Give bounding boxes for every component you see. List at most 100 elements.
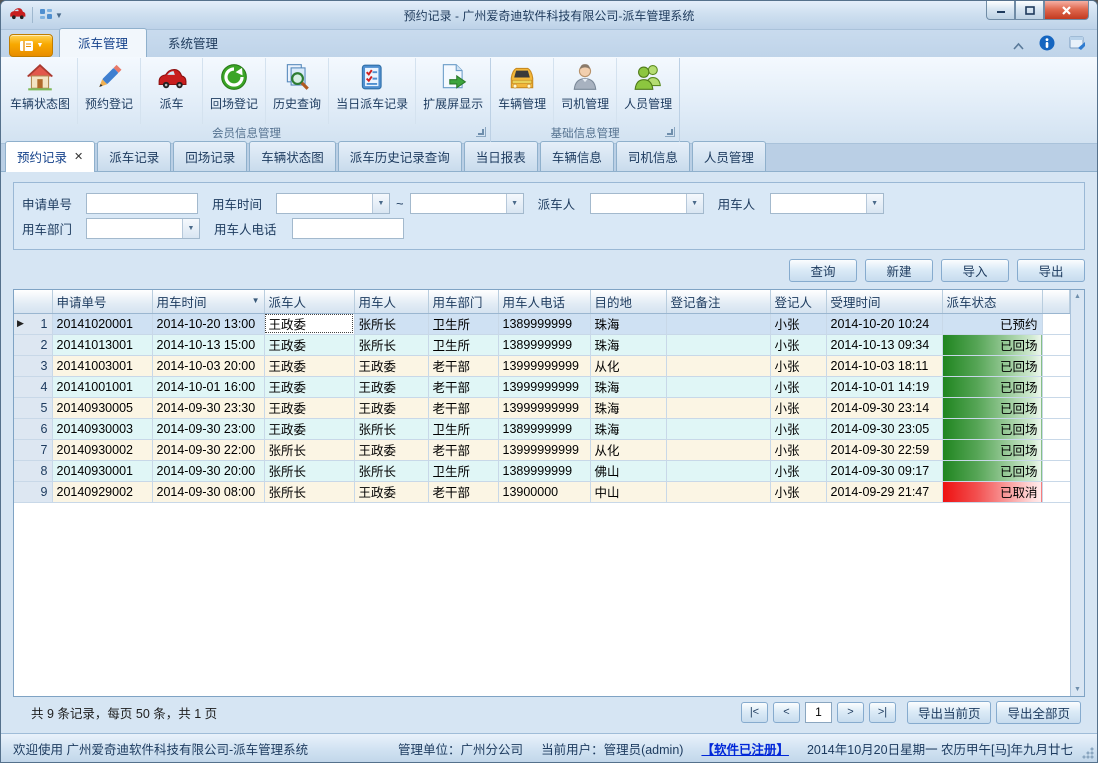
cell-destination[interactable]: 中山 xyxy=(590,481,666,502)
cell-accept-time[interactable]: 2014-09-29 21:47 xyxy=(826,481,942,502)
cell-order-no[interactable]: 20141003001 xyxy=(52,355,152,376)
cell-user[interactable]: 王政委 xyxy=(354,481,428,502)
cell-destination[interactable]: 珠海 xyxy=(590,334,666,355)
cell-destination[interactable]: 珠海 xyxy=(590,376,666,397)
cell-remark[interactable] xyxy=(666,460,770,481)
license-registered-link[interactable]: 【软件已注册】 xyxy=(701,739,789,758)
cell-phone[interactable]: 1389999999 xyxy=(498,334,590,355)
cell-dispatcher[interactable]: 张所长 xyxy=(264,481,354,502)
cell-order-no[interactable]: 20140930005 xyxy=(52,397,152,418)
cell-remark[interactable] xyxy=(666,313,770,334)
cell-dispatch-status[interactable]: 已回场 xyxy=(942,418,1042,439)
table-row[interactable]: ▶7 20140930002 2014-09-30 22:00 张所长 王政委 … xyxy=(14,439,1070,460)
cell-use-time[interactable]: 2014-09-30 23:30 xyxy=(152,397,264,418)
application-menu-button[interactable]: ▼ xyxy=(9,34,53,57)
cell-phone[interactable]: 1389999999 xyxy=(498,460,590,481)
cell-order-no[interactable]: 20140930003 xyxy=(52,418,152,439)
cell-accept-time[interactable]: 2014-09-30 09:17 xyxy=(826,460,942,481)
cell-remark[interactable] xyxy=(666,481,770,502)
grid-vertical-scrollbar[interactable]: ▲ ▼ xyxy=(1070,290,1084,696)
cell-user[interactable]: 张所长 xyxy=(354,460,428,481)
cell-accept-time[interactable]: 2014-10-03 18:11 xyxy=(826,355,942,376)
ribbon-button-history-query[interactable]: 历史查询 xyxy=(266,58,329,124)
ribbon-tab[interactable]: 系统管理 xyxy=(149,28,237,57)
cell-remark[interactable] xyxy=(666,439,770,460)
cell-remark[interactable] xyxy=(666,376,770,397)
cell-phone[interactable]: 13999999999 xyxy=(498,439,590,460)
scroll-up-icon[interactable]: ▲ xyxy=(1074,290,1081,303)
grid-column-header[interactable]: 用车人电话▼ xyxy=(498,290,590,313)
cell-use-time[interactable]: 2014-10-13 15:00 xyxy=(152,334,264,355)
skin-window-icon[interactable] xyxy=(1069,35,1087,56)
cell-user[interactable]: 王政委 xyxy=(354,439,428,460)
cell-user[interactable]: 张所长 xyxy=(354,313,428,334)
table-row[interactable]: ▶8 20140930001 2014-09-30 20:00 张所长 张所长 … xyxy=(14,460,1070,481)
cell-dispatch-status[interactable]: 已回场 xyxy=(942,355,1042,376)
table-row[interactable]: ▶1 20141020001 2014-10-20 13:00 王政委 张所长 … xyxy=(14,313,1070,334)
cell-phone[interactable]: 13900000 xyxy=(498,481,590,502)
cell-order-no[interactable]: 20141020001 xyxy=(52,313,152,334)
cell-dispatch-status[interactable]: 已取消 xyxy=(942,481,1042,502)
order-no-input[interactable] xyxy=(86,193,198,214)
action-button[interactable]: 新建 xyxy=(865,259,933,282)
app-logo-car-icon[interactable] xyxy=(9,6,26,25)
cell-registrar[interactable]: 小张 xyxy=(770,418,826,439)
table-row[interactable]: ▶3 20141003001 2014-10-03 20:00 王政委 王政委 … xyxy=(14,355,1070,376)
cell-phone[interactable]: 13999999999 xyxy=(498,397,590,418)
row-header-cell[interactable]: ▶5 xyxy=(14,397,52,418)
dropdown-arrow-icon[interactable]: ▼ xyxy=(372,194,389,213)
sort-indicator-icon[interactable]: ▼ xyxy=(252,296,260,305)
cell-use-time[interactable]: 2014-10-01 16:00 xyxy=(152,376,264,397)
cell-registrar[interactable]: 小张 xyxy=(770,334,826,355)
row-header-cell[interactable]: ▶6 xyxy=(14,418,52,439)
cell-order-no[interactable]: 20140930001 xyxy=(52,460,152,481)
cell-registrar[interactable]: 小张 xyxy=(770,460,826,481)
grid-column-header[interactable]: 目的地▼ xyxy=(590,290,666,313)
table-row[interactable]: ▶4 20141001001 2014-10-01 16:00 王政委 王政委 … xyxy=(14,376,1070,397)
row-header-cell[interactable]: ▶8 xyxy=(14,460,52,481)
table-row[interactable]: ▶9 20140929002 2014-09-30 08:00 张所长 王政委 … xyxy=(14,481,1070,502)
action-button[interactable]: 导出 xyxy=(1017,259,1085,282)
document-tab[interactable]: 预约记录 ✕ xyxy=(5,141,95,172)
cell-dispatcher[interactable]: 王政委 xyxy=(264,397,354,418)
cell-phone[interactable]: 1389999999 xyxy=(498,418,590,439)
cell-destination[interactable]: 珠海 xyxy=(590,418,666,439)
cell-dispatch-status[interactable]: 已回场 xyxy=(942,334,1042,355)
cell-dept[interactable]: 老干部 xyxy=(428,355,498,376)
table-row[interactable]: ▶5 20140930005 2014-09-30 23:30 王政委 王政委 … xyxy=(14,397,1070,418)
action-button[interactable]: 导入 xyxy=(941,259,1009,282)
cell-dept[interactable]: 老干部 xyxy=(428,397,498,418)
dept-dropdown[interactable]: ▼ xyxy=(86,218,200,239)
cell-destination[interactable]: 从化 xyxy=(590,355,666,376)
grid-column-header[interactable]: ▼ xyxy=(1042,290,1070,313)
grid-column-header[interactable]: 用车部门▼ xyxy=(428,290,498,313)
use-time-to-dropdown[interactable]: ▼ xyxy=(410,193,524,214)
cell-dispatch-status[interactable]: 已回场 xyxy=(942,397,1042,418)
table-row[interactable]: ▶2 20141013001 2014-10-13 15:00 王政委 张所长 … xyxy=(14,334,1070,355)
cell-dispatcher[interactable]: 张所长 xyxy=(264,439,354,460)
grid-column-header[interactable]: 登记人▼ xyxy=(770,290,826,313)
cell-dispatch-status[interactable]: 已回场 xyxy=(942,460,1042,481)
cell-use-time[interactable]: 2014-09-30 22:00 xyxy=(152,439,264,460)
export-current-page-button[interactable]: 导出当前页 xyxy=(907,701,992,724)
cell-destination[interactable]: 珠海 xyxy=(590,313,666,334)
dropdown-arrow-icon[interactable]: ▼ xyxy=(506,194,523,213)
phone-input[interactable] xyxy=(292,218,404,239)
cell-accept-time[interactable]: 2014-10-20 10:24 xyxy=(826,313,942,334)
cell-dept[interactable]: 卫生所 xyxy=(428,313,498,334)
row-header-cell[interactable]: ▶7 xyxy=(14,439,52,460)
cell-dispatch-status[interactable]: 已回场 xyxy=(942,439,1042,460)
scroll-down-icon[interactable]: ▼ xyxy=(1074,683,1081,696)
cell-phone[interactable]: 1389999999 xyxy=(498,313,590,334)
cell-user[interactable]: 王政委 xyxy=(354,355,428,376)
row-header-cell[interactable]: ▶2 xyxy=(14,334,52,355)
grid-column-header[interactable]: 派车人▼ xyxy=(264,290,354,313)
cell-registrar[interactable]: 小张 xyxy=(770,397,826,418)
dialog-launcher-icon[interactable] xyxy=(665,127,675,137)
grid-column-header[interactable]: ▼ xyxy=(14,290,52,313)
user-dropdown[interactable]: ▼ xyxy=(770,193,884,214)
document-tab[interactable]: 车辆信息 ✕ xyxy=(540,141,614,171)
ribbon-button-personnel-management[interactable]: 人员管理 xyxy=(617,58,679,124)
close-tab-icon[interactable]: ✕ xyxy=(74,150,83,163)
cell-user[interactable]: 张所长 xyxy=(354,418,428,439)
